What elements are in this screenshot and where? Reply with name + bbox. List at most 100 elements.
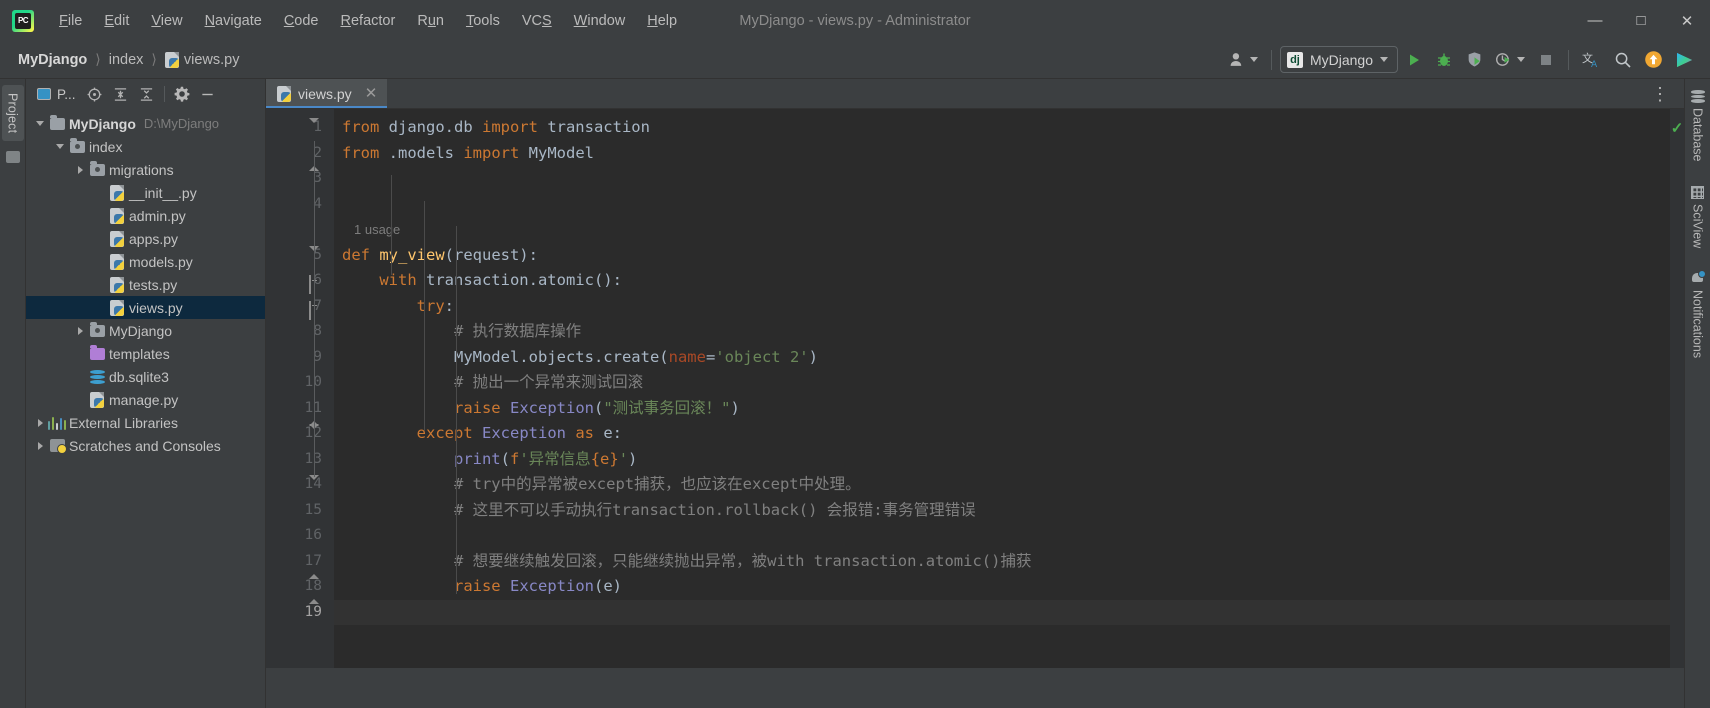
code-line-4[interactable] bbox=[334, 192, 1670, 218]
menu-help[interactable]: Help bbox=[636, 9, 688, 33]
account-button[interactable] bbox=[1224, 46, 1263, 74]
locate-file-button[interactable] bbox=[83, 82, 107, 106]
line-number-19[interactable]: 19 bbox=[266, 600, 334, 626]
tree-item-external-libraries[interactable]: External Libraries bbox=[26, 411, 265, 434]
profile-button[interactable] bbox=[1490, 46, 1530, 74]
chevron-right-icon[interactable] bbox=[72, 165, 88, 174]
settings-gear-icon[interactable] bbox=[170, 82, 194, 106]
line-number-13[interactable]: 13 bbox=[266, 447, 334, 473]
tool-tab-sciview[interactable]: SciView bbox=[1689, 183, 1707, 251]
line-number-2[interactable]: 2 bbox=[266, 141, 334, 167]
expand-all-button[interactable] bbox=[109, 82, 133, 106]
menu-tools[interactable]: Tools bbox=[455, 9, 511, 33]
tree-item-admin-py[interactable]: admin.py bbox=[26, 204, 265, 227]
line-number-7[interactable]: 7 bbox=[266, 294, 334, 320]
menu-window[interactable]: Window bbox=[563, 9, 637, 33]
tree-item-manage-py[interactable]: manage.py bbox=[26, 388, 265, 411]
ide-actions-button[interactable] bbox=[1670, 46, 1700, 74]
line-number-11[interactable]: 11 bbox=[266, 396, 334, 422]
fold-collapse-down-icon[interactable] bbox=[309, 475, 320, 497]
tree-item-models-py[interactable]: models.py bbox=[26, 250, 265, 273]
line-number-1[interactable]: 1 bbox=[266, 115, 334, 141]
menu-vcs[interactable]: VCS bbox=[511, 9, 563, 33]
tree-item-apps-py[interactable]: apps.py bbox=[26, 227, 265, 250]
menu-navigate[interactable]: Navigate bbox=[194, 9, 273, 33]
update-project-button[interactable] bbox=[1639, 46, 1668, 74]
breadcrumb-item-project[interactable]: MyDjango bbox=[14, 50, 91, 70]
tree-item-views-py[interactable]: views.py bbox=[26, 296, 265, 319]
code-line-17[interactable]: # 想要继续触发回滚，只能继续抛出异常，被with transaction.at… bbox=[334, 549, 1670, 575]
line-number-10[interactable]: 10 bbox=[266, 370, 334, 396]
code-line-1[interactable]: from django.db import transaction bbox=[334, 115, 1670, 141]
usage-inlay-hint[interactable]: 1 usage bbox=[334, 217, 1670, 243]
tool-tab-project[interactable]: Project bbox=[1, 85, 24, 142]
tool-tab-database[interactable]: Database bbox=[1689, 87, 1707, 165]
project-view-selector[interactable]: P... bbox=[32, 84, 81, 105]
code-line-7[interactable]: try: bbox=[334, 294, 1670, 320]
tree-item-db-sqlite3[interactable]: db.sqlite3 bbox=[26, 365, 265, 388]
close-button[interactable]: ✕ bbox=[1664, 0, 1710, 41]
line-number-14[interactable]: 14 bbox=[266, 472, 334, 498]
menu-view[interactable]: View bbox=[140, 9, 193, 33]
translate-button[interactable]: 文 A bbox=[1577, 46, 1607, 74]
code-line-12[interactable]: except Exception as e: bbox=[334, 421, 1670, 447]
code-line-9[interactable]: MyModel.objects.create(name='object 2') bbox=[334, 345, 1670, 371]
code-line-14[interactable]: # try中的异常被except捕获，也应该在except中处理。 bbox=[334, 472, 1670, 498]
line-number-gutter[interactable]: 12345678910111213141516171819 bbox=[266, 109, 334, 668]
code-line-15[interactable]: # 这里不可以手动执行transaction.rollback() 会报错:事务… bbox=[334, 498, 1670, 524]
fold-collapse-down-icon[interactable] bbox=[309, 118, 320, 140]
breadcrumb-item-file[interactable]: views.py bbox=[161, 50, 244, 70]
chevron-down-icon[interactable] bbox=[32, 121, 48, 126]
chevron-down-icon[interactable] bbox=[52, 144, 68, 149]
tree-item-templates[interactable]: templates bbox=[26, 342, 265, 365]
code-line-10[interactable]: # 抛出一个异常来测试回滚 bbox=[334, 370, 1670, 396]
fold-collapse-up-icon[interactable] bbox=[309, 556, 320, 579]
breadcrumb-item-index[interactable]: index bbox=[105, 50, 148, 70]
chevron-right-icon[interactable] bbox=[32, 418, 48, 427]
stop-button[interactable] bbox=[1532, 46, 1560, 74]
code-line-5[interactable]: def my_view(request): bbox=[334, 243, 1670, 269]
tool-tab-notifications[interactable]: Notifications bbox=[1689, 269, 1707, 361]
chevron-right-icon[interactable] bbox=[72, 326, 88, 335]
chevron-right-icon[interactable] bbox=[32, 441, 48, 450]
tree-item-init-py[interactable]: __init__.py bbox=[26, 181, 265, 204]
code-line-13[interactable]: print(f'异常信息{e}') bbox=[334, 447, 1670, 473]
code-content[interactable]: from django.db import transaction from .m… bbox=[334, 109, 1670, 668]
close-tab-icon[interactable]: ✕ bbox=[365, 86, 378, 101]
code-line-2[interactable]: from .models import MyModel bbox=[334, 141, 1670, 167]
tree-item-scratches-and-consoles[interactable]: Scratches and Consoles bbox=[26, 434, 265, 457]
collapse-all-button[interactable] bbox=[135, 82, 159, 106]
line-number-15[interactable]: 15 bbox=[266, 498, 334, 524]
code-line-16[interactable] bbox=[334, 523, 1670, 549]
line-number-4[interactable]: 4 bbox=[266, 192, 334, 218]
menu-edit[interactable]: Edit bbox=[93, 9, 140, 33]
code-line-8[interactable]: # 执行数据库操作 bbox=[334, 319, 1670, 345]
line-number-3[interactable]: 3 bbox=[266, 166, 334, 192]
menu-file[interactable]: File bbox=[48, 9, 93, 33]
run-button[interactable] bbox=[1400, 46, 1428, 74]
tree-item-migrations[interactable]: migrations bbox=[26, 158, 265, 181]
code-line-11[interactable]: raise Exception("测试事务回滚！") bbox=[334, 396, 1670, 422]
menu-code[interactable]: Code bbox=[273, 9, 330, 33]
line-number-18[interactable]: 18 bbox=[266, 574, 334, 600]
fold-collapse-up-icon[interactable] bbox=[309, 582, 320, 604]
tree-item-mydjango[interactable]: MyDjango bbox=[26, 319, 265, 342]
code-line-3[interactable] bbox=[334, 166, 1670, 192]
line-number-17[interactable]: 17 bbox=[266, 549, 334, 575]
tree-item-index[interactable]: index bbox=[26, 135, 265, 158]
maximize-button[interactable]: □ bbox=[1618, 0, 1664, 41]
run-configuration-selector[interactable]: dj MyDjango bbox=[1279, 46, 1398, 73]
code-line-18[interactable]: raise Exception(e) bbox=[334, 574, 1670, 600]
code-line-19[interactable] bbox=[334, 599, 1670, 625]
editor-options-icon[interactable]: ⋮ bbox=[1645, 85, 1676, 103]
project-tree[interactable]: MyDjango D:\MyDjango index migrations __init… bbox=[26, 109, 265, 708]
structure-icon[interactable] bbox=[5, 151, 20, 164]
line-number-6[interactable]: 6 bbox=[266, 268, 334, 294]
debug-button[interactable] bbox=[1430, 46, 1458, 74]
run-with-coverage-button[interactable] bbox=[1460, 46, 1488, 74]
menu-refactor[interactable]: Refactor bbox=[330, 9, 407, 33]
editor-tab-views-py[interactable]: views.py ✕ bbox=[266, 79, 388, 108]
line-number-5[interactable]: 5 bbox=[266, 243, 334, 269]
hide-panel-button[interactable] bbox=[196, 82, 220, 106]
code-line-6[interactable]: with transaction.atomic(): bbox=[334, 268, 1670, 294]
